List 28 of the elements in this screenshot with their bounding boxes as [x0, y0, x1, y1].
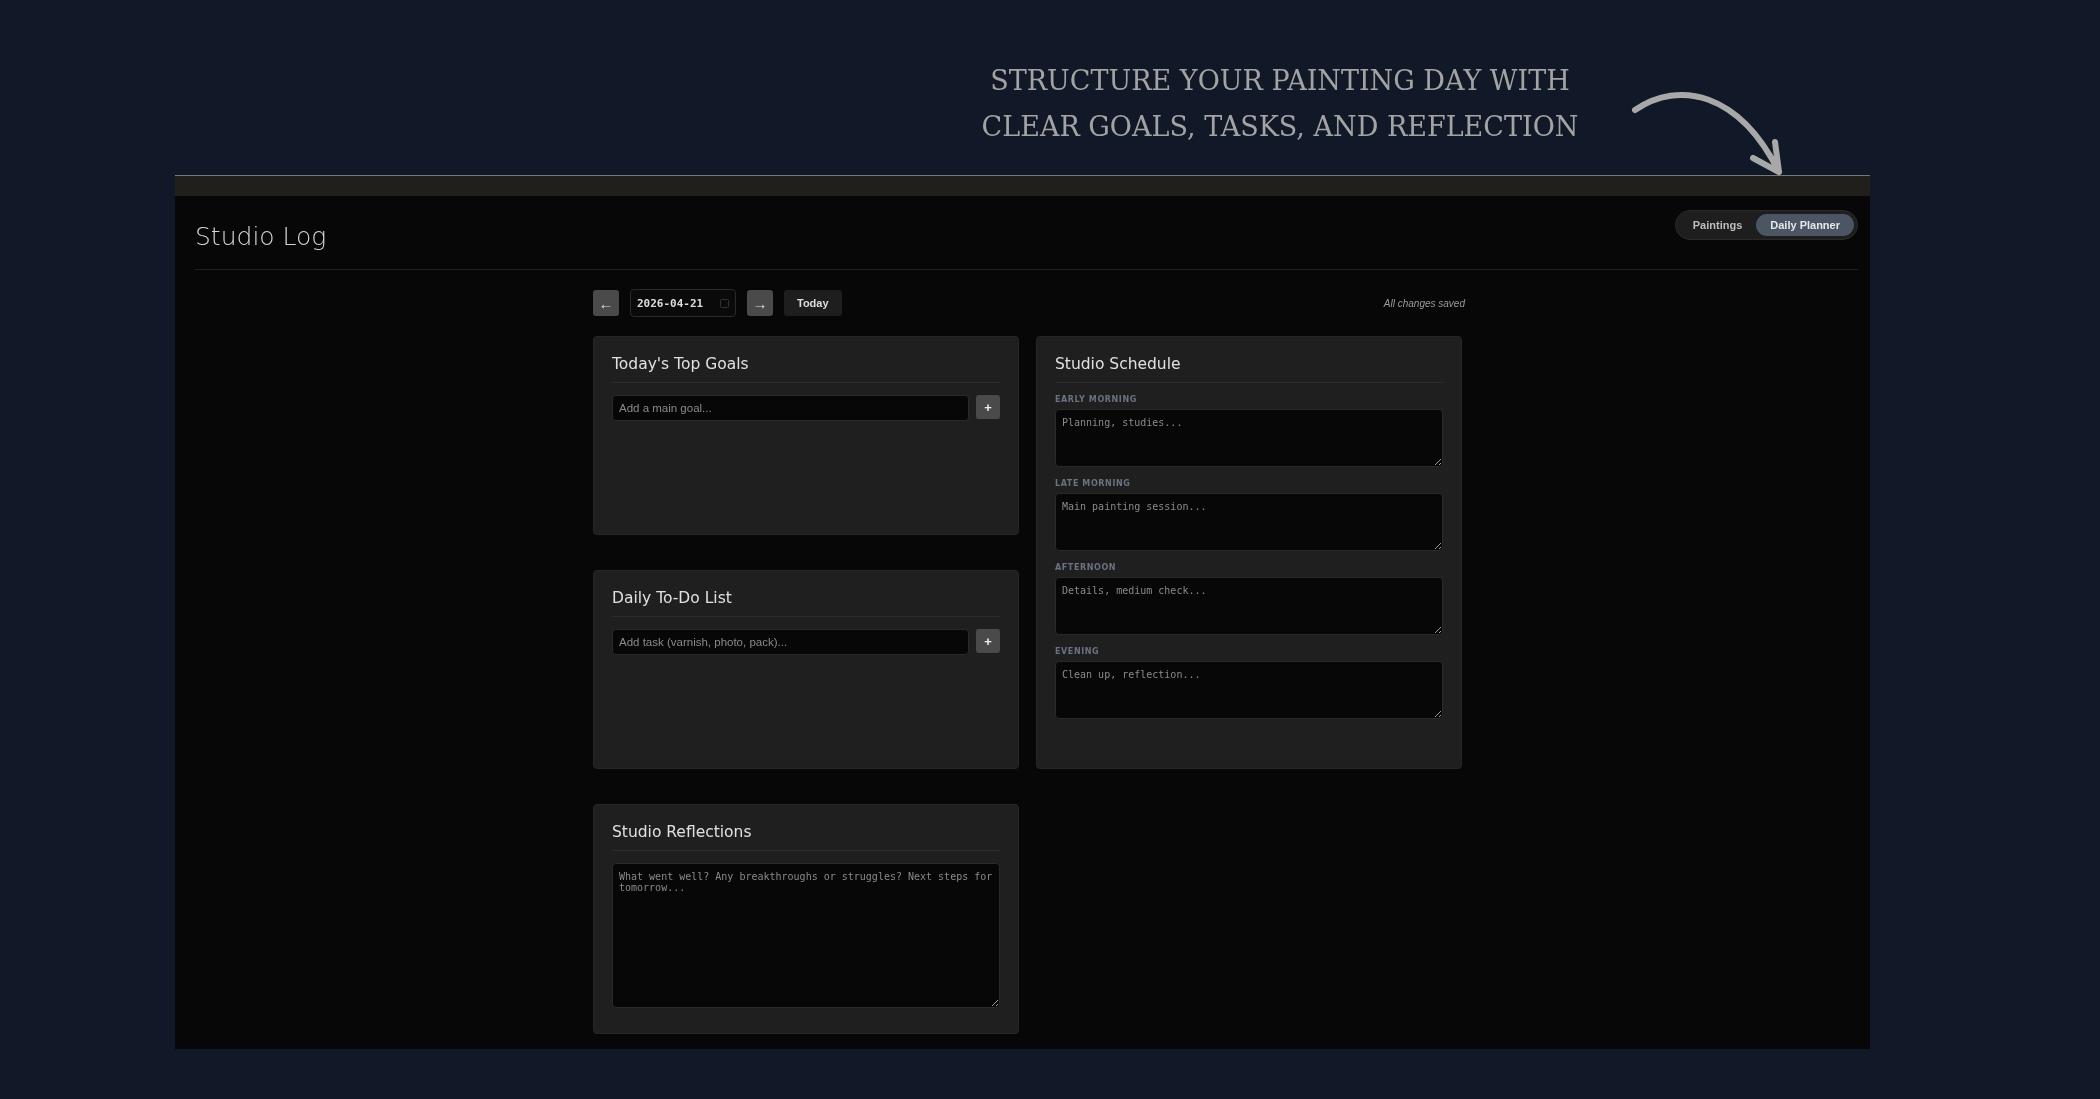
card-title: Daily To-Do List [612, 589, 1000, 617]
previous-day-button[interactable]: ← [593, 290, 619, 316]
date-value: 2026-04-21 [637, 296, 704, 310]
time-slot-label: EARLY MORNING [1055, 395, 1138, 404]
time-slot-label: AFTERNOON [1055, 563, 1118, 572]
schedule-field[interactable]: Main painting session... [1055, 493, 1443, 551]
view-tab[interactable]: Daily Planner [1756, 213, 1854, 236]
task-input[interactable]: Add task (varnish, photo, pack)... [612, 629, 969, 655]
schedule-field[interactable]: Details, medium check... [1055, 577, 1443, 635]
date-field[interactable]: 2026-04-21 [630, 289, 736, 317]
add-goal-button[interactable]: + [976, 395, 1000, 419]
add-task-button[interactable]: + [976, 629, 1000, 653]
card-title: Studio Reflections [612, 823, 1000, 851]
next-day-button[interactable]: → [747, 290, 773, 316]
time-slot-label: EVENING [1055, 647, 1101, 656]
view-tab[interactable]: Paintings [1678, 213, 1757, 236]
card-title: Studio Schedule [1055, 355, 1443, 383]
time-slot-label: LATE MORNING [1055, 479, 1132, 488]
reflections-field[interactable]: What went well? Any breakthroughs or struggles? Next steps for tomorrow... [612, 863, 1000, 1008]
today-button[interactable]: Today [784, 290, 842, 316]
headline: STRUCTURE YOUR PAINTING DAY WITH CLEAR GOALS, TASKS, AND REFLECTION [980, 64, 1580, 144]
schedule-field[interactable]: Clean up, reflection... [1055, 661, 1443, 719]
goal-input[interactable]: Add a main goal... [612, 395, 969, 421]
save-status: All changes saved [1383, 297, 1465, 309]
app-title: Studio Log [195, 222, 327, 251]
calendar-icon[interactable] [720, 298, 729, 308]
card-title: Today's Top Goals [612, 355, 1000, 383]
schedule-field[interactable]: Planning, studies... [1055, 409, 1443, 467]
